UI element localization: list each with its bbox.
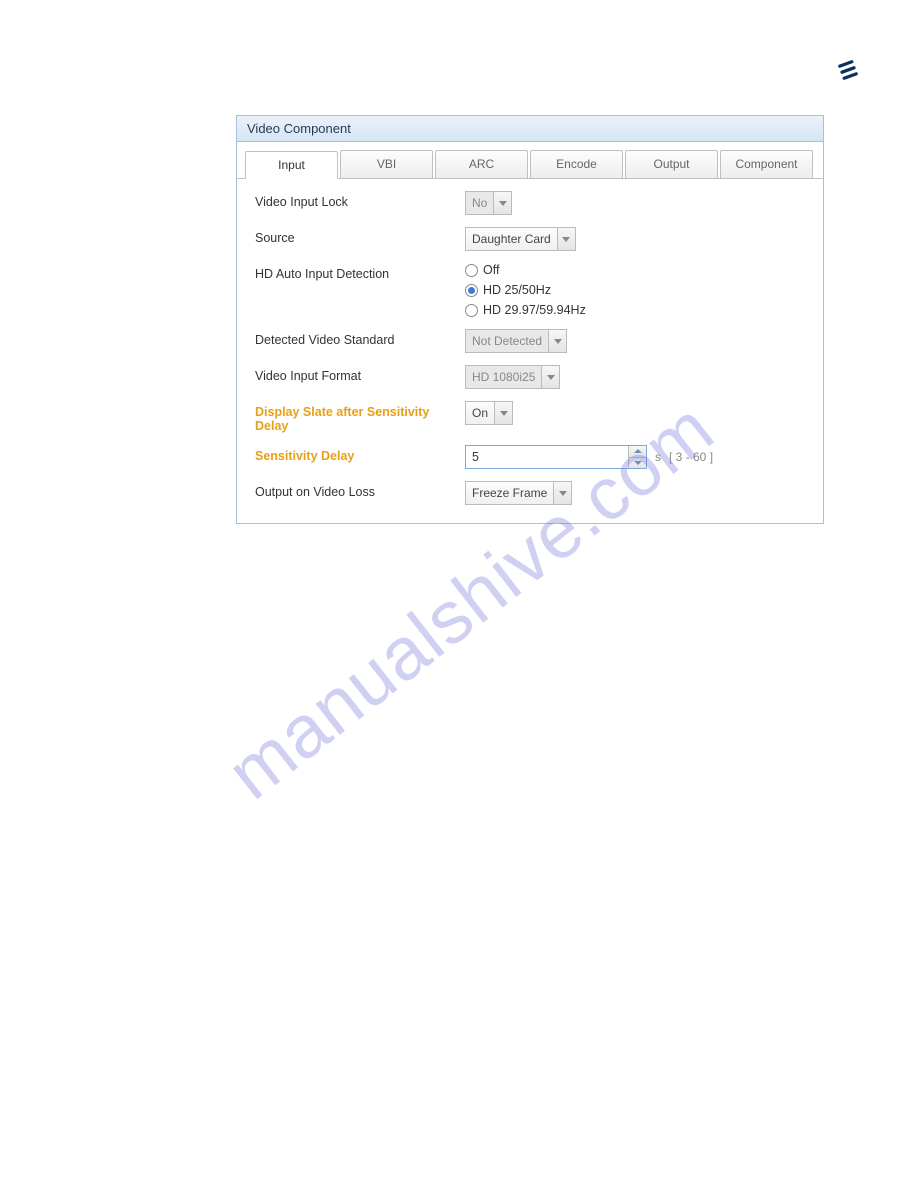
select-value: On <box>466 406 494 420</box>
chevron-down-icon <box>493 192 511 214</box>
select-value: HD 1080i25 <box>466 370 541 384</box>
ericsson-logo <box>836 58 860 82</box>
label-output-on-loss: Output on Video Loss <box>255 481 465 499</box>
radio-label: HD 29.97/59.94Hz <box>483 303 586 317</box>
label-video-input-format: Video Input Format <box>255 365 465 383</box>
select-output-on-loss[interactable]: Freeze Frame <box>465 481 572 505</box>
select-video-input-lock: No <box>465 191 512 215</box>
radio-icon <box>465 264 478 277</box>
select-video-input-format: HD 1080i25 <box>465 365 560 389</box>
tab-vbi[interactable]: VBI <box>340 150 433 178</box>
chevron-down-icon <box>553 482 571 504</box>
spinner-sensitivity-delay[interactable] <box>465 445 647 469</box>
radio-hd-25-50[interactable]: HD 25/50Hz <box>465 283 586 297</box>
video-component-panel: Video Component Input VBI ARC Encode Out… <box>236 115 824 524</box>
radio-label: HD 25/50Hz <box>483 283 551 297</box>
label-sensitivity-delay: Sensitivity Delay <box>255 445 465 463</box>
chevron-down-icon <box>541 366 559 388</box>
radio-label: Off <box>483 263 499 277</box>
select-source[interactable]: Daughter Card <box>465 227 576 251</box>
select-value: Freeze Frame <box>466 486 553 500</box>
select-detected-std: Not Detected <box>465 329 567 353</box>
spinner-up-icon[interactable] <box>629 446 646 458</box>
label-detected-std: Detected Video Standard <box>255 329 465 347</box>
tab-bar: Input VBI ARC Encode Output Component <box>237 142 823 179</box>
select-value: Not Detected <box>466 334 548 348</box>
range-label: [ 3 - 60 ] <box>669 450 713 464</box>
select-value: Daughter Card <box>466 232 557 246</box>
select-value: No <box>466 196 493 210</box>
radio-hd-2997-5994[interactable]: HD 29.97/59.94Hz <box>465 303 586 317</box>
chevron-down-icon <box>494 402 512 424</box>
tab-output[interactable]: Output <box>625 150 718 178</box>
radio-off[interactable]: Off <box>465 263 586 277</box>
label-source: Source <box>255 227 465 245</box>
tab-encode[interactable]: Encode <box>530 150 623 178</box>
chevron-down-icon <box>548 330 566 352</box>
tab-input[interactable]: Input <box>245 151 338 179</box>
tab-arc[interactable]: ARC <box>435 150 528 178</box>
sensitivity-delay-input[interactable] <box>466 446 628 468</box>
select-display-slate[interactable]: On <box>465 401 513 425</box>
label-video-input-lock: Video Input Lock <box>255 191 465 209</box>
spinner-down-icon[interactable] <box>629 458 646 469</box>
chevron-down-icon <box>557 228 575 250</box>
label-hd-auto-input: HD Auto Input Detection <box>255 263 465 281</box>
unit-label: s <box>655 450 661 464</box>
radio-group-hd-auto: Off HD 25/50Hz HD 29.97/59.94Hz <box>465 263 586 317</box>
radio-icon <box>465 284 478 297</box>
panel-title: Video Component <box>237 116 823 142</box>
tab-component[interactable]: Component <box>720 150 813 178</box>
form-body: Video Input Lock No Source Daughter Card… <box>237 179 823 523</box>
radio-icon <box>465 304 478 317</box>
label-display-slate: Display Slate after Sensitivity Delay <box>255 401 465 433</box>
